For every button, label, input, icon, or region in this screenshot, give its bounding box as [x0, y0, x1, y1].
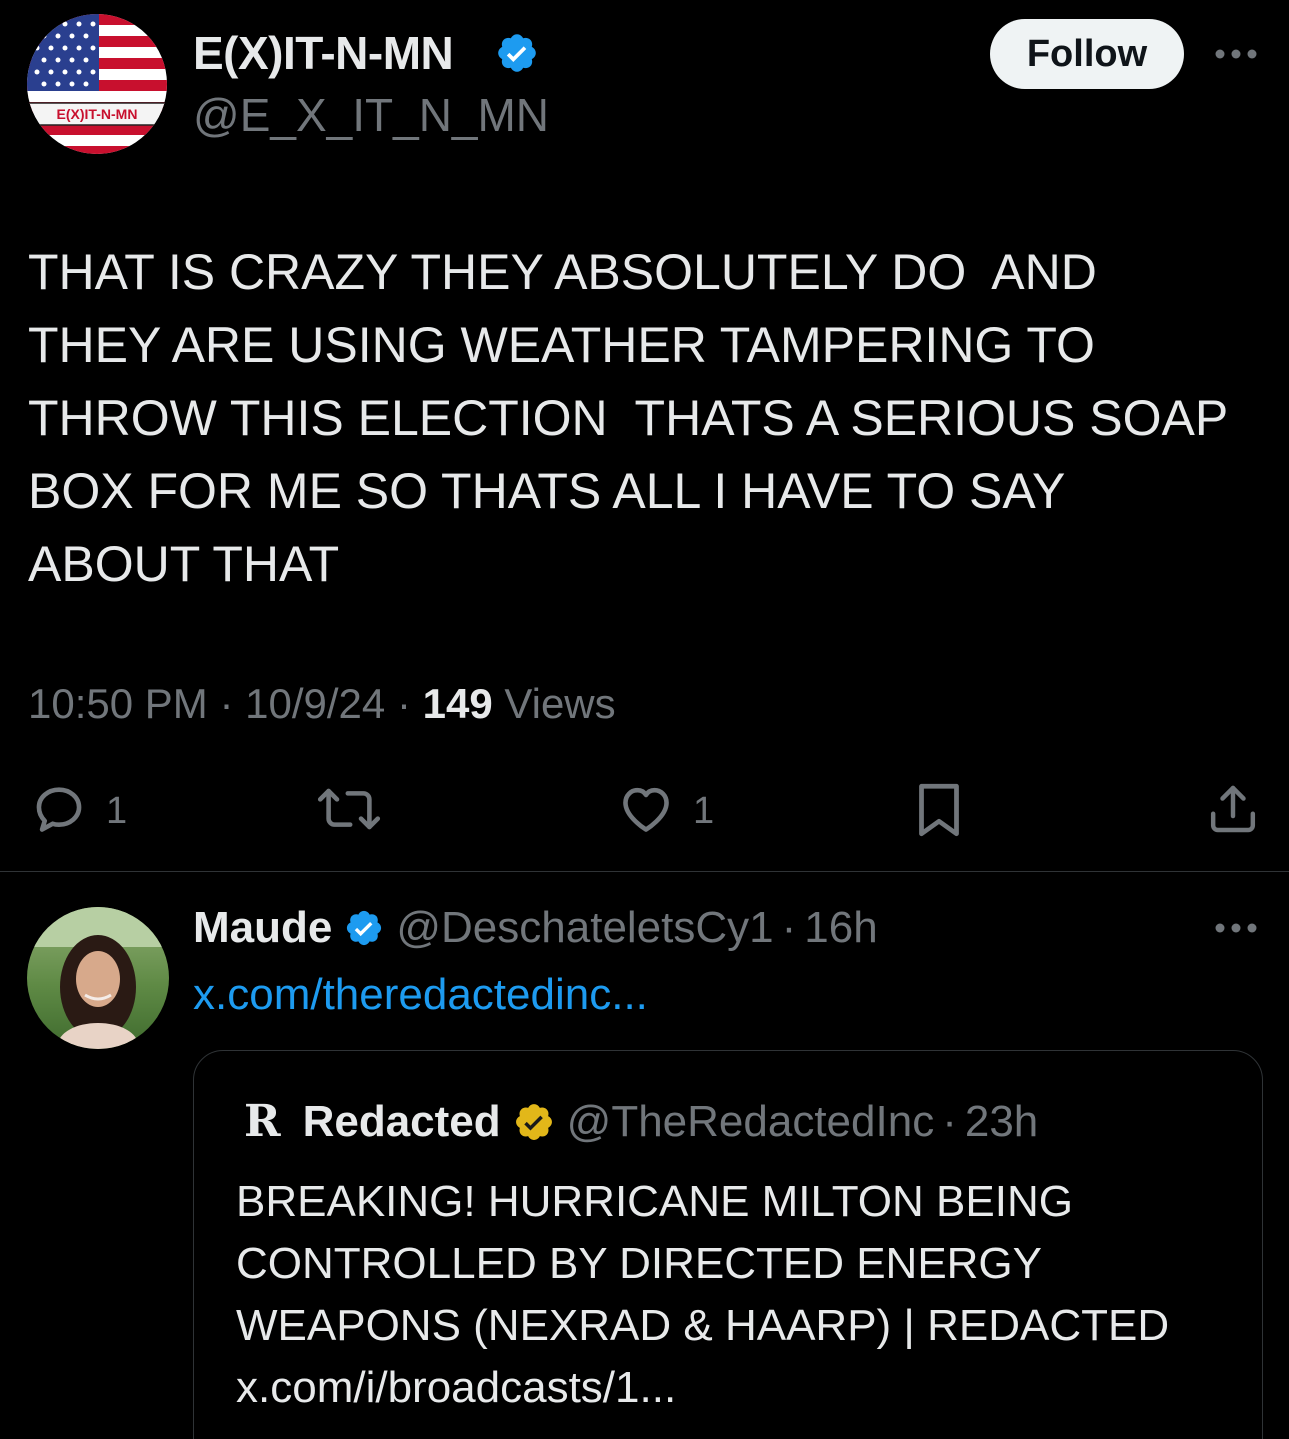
share-button[interactable]	[1205, 780, 1261, 843]
reply-separator: ·	[781, 903, 797, 952]
author-avatar[interactable]: E(X)IT-N-MN	[27, 14, 167, 154]
reply-age[interactable]: 16h	[804, 903, 877, 953]
like-count: 1	[693, 790, 715, 832]
retweet-icon	[313, 780, 385, 843]
avatar-badge-text: E(X)IT-N-MN	[57, 106, 138, 122]
quote-author-logo: R	[244, 1096, 281, 1147]
tweet-detail-view: E(X)IT-N-MN E(X)IT-N-MN @E_X_IT_N_MN Fol…	[0, 0, 1289, 1439]
retweet-button[interactable]	[313, 780, 385, 843]
author-handle[interactable]: @E_X_IT_N_MN	[193, 88, 549, 142]
views-count[interactable]: 149	[423, 680, 493, 727]
quote-age: 23h	[964, 1096, 1039, 1146]
reply-icon	[30, 780, 88, 843]
heart-icon	[617, 780, 675, 843]
tweet-meta: 10:50 PM · 10/9/24 · 149 Views	[28, 680, 616, 728]
reply-count: 1	[106, 790, 128, 832]
verified-badge-icon	[495, 31, 539, 80]
follow-button[interactable]: Follow	[990, 19, 1184, 89]
meta-separator: ·	[219, 680, 234, 727]
divider	[0, 871, 1289, 872]
quote-separator: ·	[942, 1096, 957, 1146]
reply-link[interactable]: x.com/theredactedinc...	[193, 970, 648, 1020]
tweet-text: THAT IS CRAZY THEY ABSOLUTELY DO AND THE…	[28, 244, 1229, 592]
meta-separator: ·	[396, 680, 411, 727]
reply-author-handle[interactable]: @DeschateletsCy1	[396, 903, 773, 953]
tweet-time[interactable]: 10:50 PM	[28, 680, 208, 727]
quote-author-name: Redacted	[302, 1096, 501, 1146]
reply-button[interactable]: 1	[30, 780, 127, 843]
like-button[interactable]: 1	[617, 780, 714, 843]
tweet-date[interactable]: 10/9/24	[245, 680, 385, 727]
more-horizontal-icon[interactable]	[1213, 44, 1259, 69]
quote-text: BREAKING! HURRICANE MILTON BEING CONTROL…	[236, 1177, 1170, 1412]
reply-author-name[interactable]: Maude	[193, 903, 332, 953]
bookmark-button[interactable]	[914, 780, 964, 845]
quote-header: R Redacted @TheRedactedInc · 23h	[244, 1096, 1038, 1147]
author-name[interactable]: E(X)IT-N-MN	[193, 26, 454, 80]
bookmark-icon	[914, 780, 964, 845]
views-label[interactable]: Views	[504, 680, 615, 727]
verified-badge-icon	[344, 908, 384, 948]
reply-author-avatar[interactable]	[27, 907, 169, 1049]
quoted-tweet-card[interactable]: R Redacted @TheRedactedInc · 23h BREAKIN…	[193, 1050, 1263, 1439]
quote-author-handle: @TheRedactedInc	[566, 1096, 935, 1146]
verified-badge-icon	[513, 1101, 555, 1143]
reply-header: Maude @DeschateletsCy1 · 16h	[193, 903, 878, 953]
share-icon	[1205, 780, 1261, 843]
more-horizontal-icon[interactable]	[1213, 918, 1259, 943]
